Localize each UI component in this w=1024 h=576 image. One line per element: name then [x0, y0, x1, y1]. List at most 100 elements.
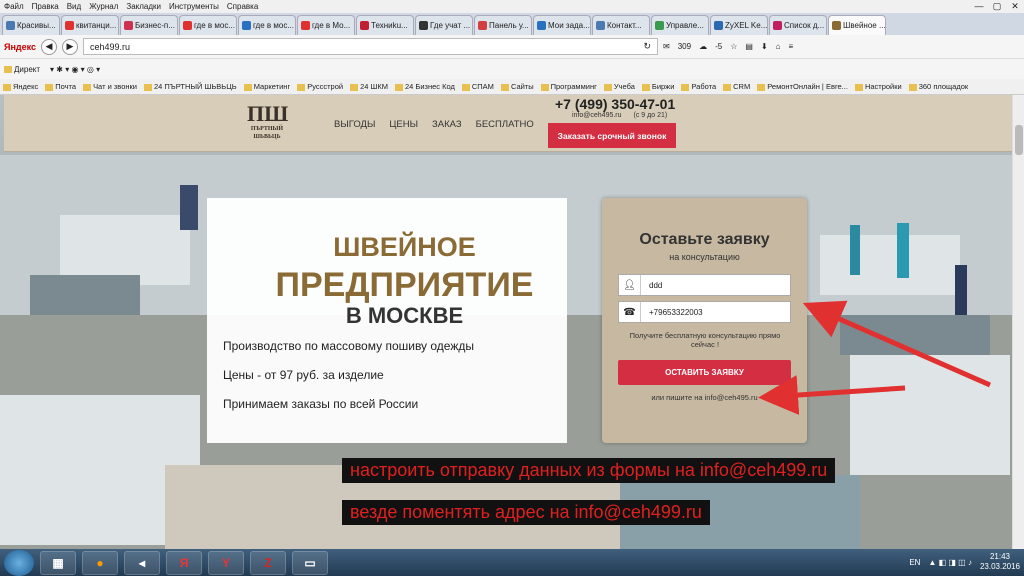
bookmark-item[interactable]: Биржи — [641, 82, 674, 91]
menu-file[interactable]: Файл — [4, 2, 24, 11]
bookmark-item[interactable]: Сайты — [500, 82, 534, 91]
menu-tools[interactable]: Инструменты — [169, 2, 219, 11]
submit-button[interactable]: ОСТАВИТЬ ЗАЯВКУ — [618, 360, 791, 385]
callback-button[interactable]: Заказать срочный звонок — [548, 123, 676, 148]
hero-title-2: ПРЕДПРИЯТИЕ — [275, 266, 534, 304]
browser-tab[interactable]: Где учат ... — [415, 15, 473, 35]
browser-tab[interactable]: где в мос... — [179, 15, 237, 35]
bookmark-label: 24 ШКМ — [360, 82, 388, 91]
folder-icon — [908, 83, 917, 91]
bookmark-item[interactable]: 24 ШКМ — [350, 82, 388, 91]
name-field[interactable]: 👤︎ ddd — [618, 274, 791, 296]
bookmark-item[interactable]: 24 Бизнес Код — [395, 82, 455, 91]
form-email-line: или пишите на info@ceh495.ru — [651, 393, 758, 402]
url-text: ceh499.ru — [90, 41, 131, 52]
favicon-icon — [773, 21, 782, 30]
bookmark-item[interactable]: Настройки — [854, 82, 902, 91]
bookmark-item[interactable]: Руссстрой — [297, 82, 343, 91]
language-indicator[interactable]: EN — [909, 558, 920, 567]
bookmark-item[interactable]: Программинг — [540, 82, 597, 91]
bookmark-item[interactable]: Яндекс — [3, 82, 38, 91]
hero-bullet: Цены - от 97 руб. за изделие — [223, 368, 384, 382]
clock[interactable]: 21:43 23.03.2016 — [980, 552, 1020, 572]
site-email[interactable]: info@ceh495.ru — [572, 112, 622, 119]
page-scrollbar[interactable] — [1012, 95, 1024, 549]
close-window-button[interactable]: ✕ — [1006, 0, 1024, 13]
nav-prices[interactable]: ЦЕНЫ — [389, 119, 418, 130]
favicon-icon — [242, 21, 251, 30]
maximize-button[interactable]: ▢ — [988, 0, 1006, 13]
bookmark-item[interactable]: 24 ПЪРТНЫЙ ШЬВЬЦЬ — [143, 82, 237, 91]
browser-tab[interactable]: Список д... — [769, 15, 827, 35]
weather-temp: -5 — [715, 42, 723, 51]
contact-row: info@ceh495.ru (с 9 до 21) — [572, 112, 667, 119]
logo-text: ПЪРТНЫЙ ШЬВЬЦЬ — [250, 126, 284, 140]
browser-tab[interactable]: ZyXEL Ke... — [710, 15, 768, 35]
media-player-icon[interactable]: ◂ — [124, 550, 160, 575]
star-icon[interactable]: ☆ — [730, 42, 737, 51]
browser-tab[interactable]: Панель у... — [474, 15, 532, 35]
bookmarks-icon[interactable]: ▤ — [745, 42, 753, 51]
phone-field[interactable]: ☎ +79653322003 — [618, 301, 791, 323]
bookmark-label: Руссстрой — [307, 82, 344, 91]
address-bar[interactable]: ceh499.ru ↻ — [83, 38, 659, 55]
yandex-icon[interactable]: Y — [208, 550, 244, 575]
browser-tab[interactable]: где в Мо... — [297, 15, 355, 35]
menu-edit[interactable]: Правка — [32, 2, 59, 11]
menu-icon[interactable]: ≡ — [788, 42, 793, 51]
bookmark-label: СПАМ — [471, 82, 494, 91]
bookmark-item[interactable]: СПАМ — [461, 82, 494, 91]
browser-tab[interactable]: Мои зада... — [533, 15, 591, 35]
explorer-icon[interactable]: ▦ — [40, 550, 76, 575]
bookmark-item[interactable]: 360 площадок — [908, 82, 968, 91]
menu-view[interactable]: Вид — [67, 2, 81, 11]
back-button[interactable]: ◀ — [41, 38, 58, 55]
bookmark-item[interactable]: Работа — [681, 82, 716, 91]
bookmark-label: 24 ПЪРТНЫЙ ШЬВЬЦЬ — [153, 82, 237, 91]
browser-tab[interactable]: Швейное ... — [828, 15, 886, 35]
site-logo[interactable]: ПШ ПЪРТНЫЙ ШЬВЬЦЬ — [247, 103, 288, 143]
direct-link[interactable]: Директ — [4, 65, 40, 74]
browser-tab[interactable]: Бизнес-п... — [120, 15, 178, 35]
browser-tab[interactable]: квитанци... — [61, 15, 119, 35]
forward-button[interactable]: ▶ — [62, 38, 79, 55]
browser-tab[interactable]: Контакт... — [592, 15, 650, 35]
bookmark-item[interactable]: Почта — [45, 82, 76, 91]
phone-icon: ☎ — [619, 302, 641, 322]
menu-help[interactable]: Справка — [227, 2, 258, 11]
bookmark-item[interactable]: Учеба — [603, 82, 635, 91]
folder-icon — [45, 83, 54, 91]
bookmark-item[interactable]: РемонтОнлайн | Евге... — [757, 82, 848, 91]
menu-bookmarks[interactable]: Закладки — [126, 2, 161, 11]
nav-benefits[interactable]: ВЫГОДЫ — [334, 119, 375, 130]
annotation-1: настроить отправку данных из формы на in… — [342, 458, 836, 483]
bookmark-label: Настройки — [864, 82, 902, 91]
download-icon[interactable]: ⬇ — [761, 42, 768, 51]
yandex-browser-icon[interactable]: Я — [166, 550, 202, 575]
browser-tab[interactable]: Красивы... — [2, 15, 60, 35]
bookmark-item[interactable]: CRM — [723, 82, 750, 91]
bookmark-item[interactable]: Маркетинг — [243, 82, 290, 91]
mail-icon[interactable]: ✉ — [663, 42, 670, 51]
reload-icon[interactable]: ↻ — [643, 41, 651, 52]
browser-tab[interactable]: Техниku... — [356, 15, 414, 35]
nav-order[interactable]: ЗАКАЗ — [432, 119, 462, 130]
browser-tab[interactable]: где в мос... — [238, 15, 296, 35]
bookmark-item[interactable]: Чат и звонки — [83, 82, 137, 91]
home-icon[interactable]: ⌂ — [776, 42, 781, 51]
window-icon[interactable]: ▭ — [292, 550, 328, 575]
site-phone[interactable]: +7 (499) 350-47-01 — [555, 96, 675, 112]
tray-icons[interactable]: ▲ ◧ ◨ ◫ ♪ — [928, 558, 971, 567]
menu-history[interactable]: Журнал — [89, 2, 118, 11]
folder-icon — [723, 83, 732, 91]
start-button[interactable] — [4, 549, 34, 576]
annotation-2: везде поментять адрес на info@ceh499.ru — [342, 500, 710, 525]
minimize-button[interactable]: — — [970, 0, 988, 13]
scroll-thumb[interactable] — [1015, 125, 1023, 155]
weather-icon[interactable]: ☁ — [699, 42, 707, 51]
filezilla-icon[interactable]: Z — [250, 550, 286, 575]
nav-free[interactable]: БЕСПЛАТНО — [476, 119, 534, 130]
firefox-icon[interactable]: ● — [82, 550, 118, 575]
browser-tab[interactable]: Управле... — [651, 15, 709, 35]
favicon-icon — [655, 21, 664, 30]
